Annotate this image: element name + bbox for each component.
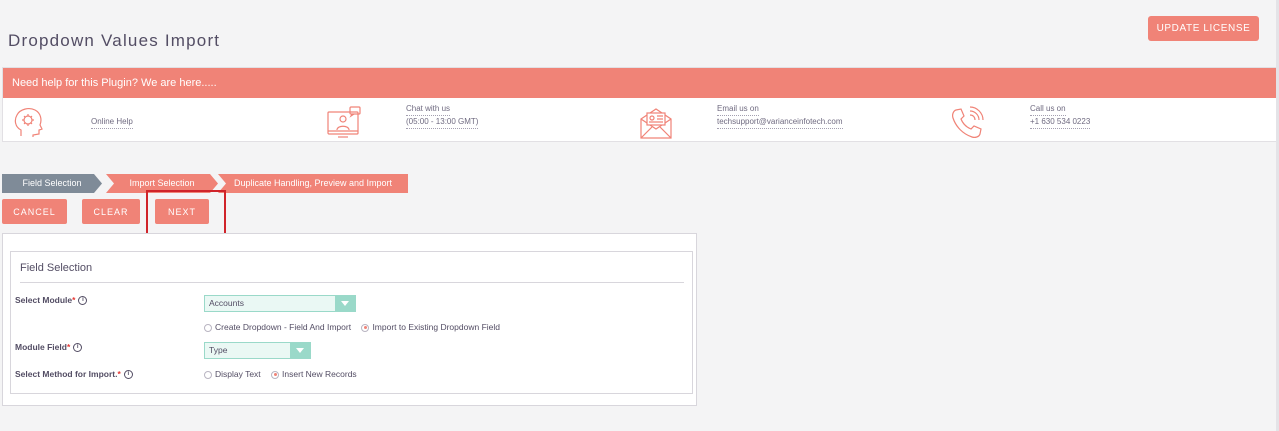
chat-hours[interactable]: (05:00 - 13:00 GMT) — [406, 116, 479, 129]
online-help-link[interactable]: Online Help — [91, 116, 133, 129]
info-icon[interactable]: i — [78, 296, 88, 306]
email-label: Email us on — [717, 103, 759, 116]
radio-selected-icon[interactable] — [271, 370, 280, 379]
import-method-radio-group: Display Text Insert New Records — [204, 369, 365, 379]
field-selection-panel: Field Selection Select Module* i Accounts… — [10, 251, 693, 394]
step-field-selection[interactable]: Field Selection — [2, 174, 102, 193]
radio-insert-new-records[interactable]: Insert New Records — [271, 369, 357, 379]
page-title: Dropdown Values Import — [8, 31, 221, 51]
required-mark: * — [117, 369, 121, 379]
help-item-chat[interactable]: Chat with us (05:00 - 13:00 GMT) — [323, 100, 623, 140]
next-button-highlight — [146, 190, 226, 235]
form-container: Field Selection Select Module* i Accounts… — [2, 233, 697, 406]
radio-import-existing[interactable]: Import to Existing Dropdown Field — [361, 322, 500, 332]
phone-icon — [950, 106, 986, 140]
phone-number-link[interactable]: +1 630 534 0223 — [1030, 116, 1091, 129]
step-duplicate-handling[interactable]: Duplicate Handling, Preview and Import — [218, 174, 408, 193]
help-item-phone[interactable]: Call us on +1 630 534 0223 — [948, 100, 1248, 140]
help-banner: Need help for this Plugin? We are here..… — [3, 68, 1276, 98]
cancel-button[interactable]: CANCEL — [2, 199, 67, 224]
radio-display-text[interactable]: Display Text — [204, 369, 261, 379]
required-mark: * — [72, 295, 76, 305]
select-module-dropdown[interactable]: Accounts — [204, 295, 356, 312]
chat-label: Chat with us — [406, 103, 451, 116]
chevron-down-icon[interactable] — [335, 296, 355, 311]
module-field-dropdown[interactable]: Type — [204, 342, 311, 359]
email-icon — [638, 106, 674, 140]
select-module-label: Select Module* i — [15, 295, 88, 306]
chevron-down-icon[interactable] — [290, 343, 310, 358]
panel-title: Field Selection — [20, 262, 93, 274]
radio-icon[interactable] — [204, 323, 212, 332]
chat-monitor-icon — [326, 106, 362, 140]
radio-icon[interactable] — [204, 370, 212, 379]
info-icon[interactable]: i — [73, 343, 83, 353]
dropdown-mode-radio-group: Create Dropdown - Field And Import Impor… — [204, 322, 508, 332]
panel-divider — [20, 282, 684, 283]
help-item-online[interactable]: Online Help — [3, 100, 303, 140]
update-license-button[interactable]: UPDATE LICENSE — [1148, 16, 1259, 41]
radio-selected-icon[interactable] — [361, 323, 370, 332]
module-field-label: Module Field* i — [15, 342, 83, 353]
brain-gear-icon — [11, 106, 47, 140]
help-item-email[interactable]: Email us on techsupport@varianceinfotech… — [635, 100, 935, 140]
clear-button[interactable]: CLEAR — [82, 199, 140, 224]
radio-create-dropdown[interactable]: Create Dropdown - Field And Import — [204, 322, 351, 332]
email-address-link[interactable]: techsupport@varianceinfotech.com — [717, 116, 843, 129]
required-mark: * — [66, 342, 71, 352]
phone-label: Call us on — [1030, 103, 1066, 116]
import-method-label: Select Method for Import.* i — [15, 369, 133, 380]
info-icon[interactable]: i — [123, 370, 133, 380]
help-panel: Need help for this Plugin? We are here..… — [2, 67, 1277, 142]
